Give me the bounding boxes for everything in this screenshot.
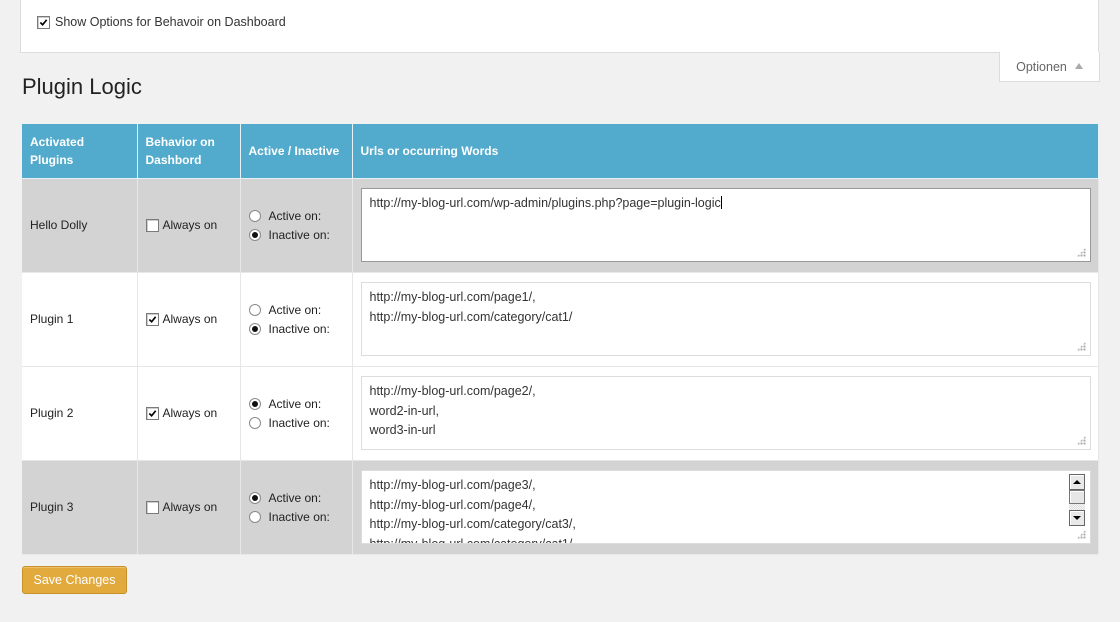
- always-on-label: Always on: [162, 218, 218, 232]
- inactive-on-option[interactable]: Inactive on:: [248, 415, 344, 430]
- always-on-checkbox[interactable]: [145, 218, 159, 232]
- urls-textarea[interactable]: http://my-blog-url.com/wp-admin/plugins.…: [360, 188, 1091, 262]
- arrow-up-icon: [1072, 480, 1081, 484]
- scroll-down-button[interactable]: [1068, 510, 1085, 526]
- active-on-option[interactable]: Active on:: [248, 208, 344, 223]
- always-on-checkbox[interactable]: [145, 500, 159, 514]
- header-active-inactive: Active / Inactive: [240, 124, 353, 179]
- urls-textarea[interactable]: http://my-blog-url.com/page2/, word2-in-…: [360, 376, 1091, 450]
- always-on-toggle[interactable]: Always on: [145, 500, 232, 514]
- plugin-logic-table: Activated Plugins Behavior on Dashbord A…: [22, 124, 1099, 555]
- active-on-radio[interactable]: [248, 397, 261, 410]
- urls-text: http://my-blog-url.com/wp-admin/plugins.…: [369, 196, 721, 210]
- scroll-up-button[interactable]: [1068, 474, 1085, 490]
- urls-textarea[interactable]: http://my-blog-url.com/page1/, http://my…: [360, 282, 1091, 356]
- urls-text: http://my-blog-url.com/page2/, word2-in-…: [369, 384, 536, 437]
- inactive-on-option[interactable]: Inactive on:: [248, 227, 344, 242]
- screen-options-panel: Show Options for Behavoir on Dashboard: [20, 0, 1099, 53]
- checkmark-icon: [148, 409, 156, 417]
- checkmark-icon: [39, 18, 48, 26]
- show-options-toggle[interactable]: Show Options for Behavoir on Dashboard: [37, 15, 286, 29]
- text-caret: [720, 196, 722, 209]
- plugin-name: Hello Dolly: [22, 178, 138, 273]
- active-on-radio[interactable]: [248, 303, 261, 316]
- urls-text: http://my-blog-url.com/page1/, http://my…: [369, 290, 573, 324]
- plugin-name: Plugin 2: [22, 366, 138, 461]
- active-on-option[interactable]: Active on:: [248, 396, 344, 411]
- inactive-on-label: Inactive on:: [268, 509, 330, 524]
- always-on-toggle[interactable]: Always on: [145, 218, 232, 232]
- arrow-up-icon: [1074, 62, 1083, 69]
- inactive-on-radio[interactable]: [248, 228, 261, 241]
- inactive-on-radio[interactable]: [248, 510, 261, 523]
- always-on-label: Always on: [162, 500, 218, 514]
- active-on-label: Active on:: [268, 396, 322, 411]
- inactive-on-radio[interactable]: [248, 416, 261, 429]
- header-behavior: Behavior on Dashbord: [137, 124, 241, 179]
- plugin-name: Plugin 3: [22, 460, 138, 555]
- page-title: Plugin Logic: [22, 74, 142, 99]
- active-on-label: Active on:: [268, 208, 322, 223]
- textarea-scrollbar[interactable]: [1068, 474, 1085, 526]
- inactive-on-label: Inactive on:: [268, 227, 330, 242]
- table-row: Hello Dolly Always on Active on: Inactiv…: [22, 178, 1099, 273]
- arrow-down-icon: [1072, 516, 1081, 520]
- urls-text: http://my-blog-url.com/page3/, http://my…: [369, 478, 576, 544]
- active-on-label: Active on:: [268, 302, 322, 317]
- always-on-toggle[interactable]: Always on: [145, 312, 232, 326]
- header-urls: Urls or occurring Words: [352, 124, 1099, 179]
- active-on-option[interactable]: Active on:: [248, 302, 344, 317]
- scroll-thumb[interactable]: [1068, 490, 1085, 504]
- optionen-tab[interactable]: Optionen: [999, 52, 1100, 82]
- active-on-radio[interactable]: [248, 491, 261, 504]
- show-options-checkbox[interactable]: [37, 15, 50, 29]
- table-row: Plugin 1 Always on Active on: Inactive o…: [22, 272, 1099, 367]
- table-row: Plugin 2 Always on Active on: Inactive o…: [22, 366, 1099, 461]
- inactive-on-option[interactable]: Inactive on:: [248, 321, 344, 336]
- always-on-label: Always on: [162, 406, 218, 420]
- always-on-checkbox[interactable]: [145, 406, 159, 420]
- save-changes-button[interactable]: Save Changes: [22, 566, 127, 594]
- resize-grip-icon[interactable]: [1076, 530, 1086, 539]
- always-on-label: Always on: [162, 312, 218, 326]
- active-on-radio[interactable]: [248, 209, 261, 222]
- urls-textarea[interactable]: http://my-blog-url.com/page3/, http://my…: [360, 470, 1091, 544]
- table-header-row: Activated Plugins Behavior on Dashbord A…: [22, 124, 1099, 179]
- optionen-tab-label: Optionen: [1016, 59, 1067, 74]
- inactive-on-radio[interactable]: [248, 322, 261, 335]
- resize-grip-icon[interactable]: [1076, 342, 1086, 351]
- active-on-label: Active on:: [268, 490, 322, 505]
- header-activated-plugins: Activated Plugins: [22, 124, 138, 179]
- inactive-on-label: Inactive on:: [268, 415, 330, 430]
- resize-grip-icon[interactable]: [1076, 248, 1086, 257]
- resize-grip-icon[interactable]: [1076, 436, 1086, 445]
- inactive-on-label: Inactive on:: [268, 321, 330, 336]
- checkmark-icon: [148, 315, 156, 323]
- always-on-checkbox[interactable]: [145, 312, 159, 326]
- active-on-option[interactable]: Active on:: [248, 490, 344, 505]
- always-on-toggle[interactable]: Always on: [145, 406, 232, 420]
- plugin-name: Plugin 1: [22, 272, 138, 367]
- show-options-label: Show Options for Behavoir on Dashboard: [55, 15, 286, 29]
- table-row: Plugin 3 Always on Active on: Inactive o…: [22, 460, 1099, 555]
- inactive-on-option[interactable]: Inactive on:: [248, 509, 344, 524]
